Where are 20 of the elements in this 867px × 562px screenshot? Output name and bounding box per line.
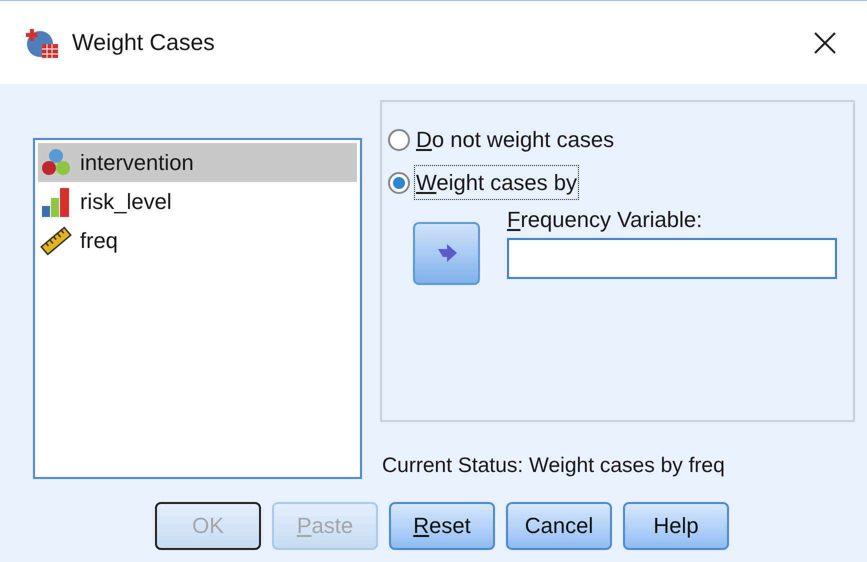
radio-label: Do not weight cases [415,126,616,154]
radio-option[interactable]: Do not weight cases [388,118,853,161]
dialog-button[interactable]: Help [623,502,729,550]
current-status: Current Status: Weight cases by freq [382,453,726,479]
window-title: Weight Cases [72,28,215,58]
radio-label: Weight cases by [414,165,580,200]
right-arrow-icon [436,242,458,264]
dialog-button[interactable]: Cancel [506,502,612,550]
radio-button[interactable] [388,172,410,194]
variable-item[interactable]: risk_level [38,182,357,221]
variable-item[interactable]: intervention [38,143,357,182]
move-arrow-button[interactable] [413,222,480,285]
bar-chart-icon [40,186,72,218]
radio-button[interactable] [388,128,410,150]
field-label: Frequency Variable: [507,208,704,232]
variable-item[interactable]: freq [38,221,357,260]
frequency-variable-field[interactable] [507,238,837,279]
dialog-button[interactable]: Reset [389,502,495,550]
radio-option[interactable]: Weight cases by [388,161,853,204]
close-icon [813,30,837,54]
